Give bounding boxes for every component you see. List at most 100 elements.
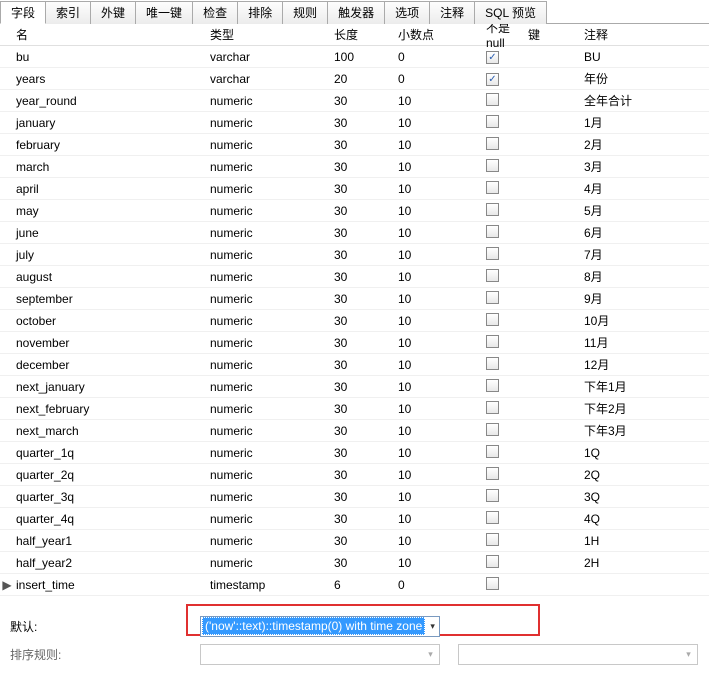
tab-0[interactable]: 字段 (0, 1, 46, 24)
cell-name[interactable]: may (14, 204, 210, 218)
table-row[interactable]: quarter_3qnumeric30103Q (0, 486, 709, 508)
cell-length[interactable]: 30 (334, 292, 398, 306)
cell-decimal[interactable]: 10 (398, 270, 486, 284)
checkbox-icon[interactable] (486, 423, 499, 436)
table-row[interactable]: aprilnumeric30104月 (0, 178, 709, 200)
cell-type[interactable]: timestamp (210, 578, 334, 592)
cell-length[interactable]: 30 (334, 424, 398, 438)
cell-comment[interactable]: 11月 (582, 334, 709, 351)
cell-decimal[interactable]: 10 (398, 160, 486, 174)
checkbox-icon[interactable] (486, 489, 499, 502)
cell-decimal[interactable]: 10 (398, 292, 486, 306)
checkbox-icon[interactable] (486, 269, 499, 282)
chevron-down-icon[interactable]: ▾ (422, 645, 439, 664)
cell-name[interactable]: years (14, 72, 210, 86)
cell-length[interactable]: 30 (334, 226, 398, 240)
col-header-decimal[interactable]: 小数点 (398, 26, 486, 43)
cell-type[interactable]: numeric (210, 512, 334, 526)
cell-comment[interactable]: 3Q (582, 490, 709, 504)
cell-type[interactable]: numeric (210, 556, 334, 570)
sort-rule-combobox[interactable]: ▾ (200, 644, 440, 665)
cell-comment[interactable]: 全年合计 (582, 92, 709, 109)
cell-comment[interactable]: 10月 (582, 312, 709, 329)
cell-notnull[interactable] (486, 335, 528, 351)
cell-decimal[interactable]: 10 (398, 182, 486, 196)
tab-8[interactable]: 选项 (384, 1, 430, 24)
cell-notnull[interactable] (486, 401, 528, 417)
cell-name[interactable]: quarter_2q (14, 468, 210, 482)
cell-name[interactable]: bu (14, 50, 210, 64)
cell-type[interactable]: numeric (210, 534, 334, 548)
cell-name[interactable]: january (14, 116, 210, 130)
cell-type[interactable]: numeric (210, 336, 334, 350)
cell-length[interactable]: 30 (334, 160, 398, 174)
cell-name[interactable]: quarter_3q (14, 490, 210, 504)
cell-type[interactable]: numeric (210, 160, 334, 174)
cell-type[interactable]: numeric (210, 270, 334, 284)
cell-notnull[interactable] (486, 225, 528, 241)
table-row[interactable]: next_januarynumeric3010下年1月 (0, 376, 709, 398)
table-row[interactable]: buvarchar1000✓BU (0, 46, 709, 68)
cell-name[interactable]: november (14, 336, 210, 350)
tab-9[interactable]: 注释 (429, 1, 475, 24)
col-header-name[interactable]: 名 (14, 26, 210, 43)
col-header-key[interactable]: 键 (528, 26, 582, 43)
cell-type[interactable]: numeric (210, 292, 334, 306)
table-row[interactable]: septembernumeric30109月 (0, 288, 709, 310)
cell-comment[interactable]: 1月 (582, 114, 709, 131)
cell-decimal[interactable]: 10 (398, 512, 486, 526)
col-header-comment[interactable]: 注释 (582, 26, 709, 43)
cell-decimal[interactable]: 10 (398, 468, 486, 482)
checkbox-icon[interactable] (486, 181, 499, 194)
table-row[interactable]: yearsvarchar200✓年份 (0, 68, 709, 90)
cell-type[interactable]: numeric (210, 138, 334, 152)
checkbox-icon[interactable] (486, 137, 499, 150)
cell-notnull[interactable] (486, 511, 528, 527)
col-header-type[interactable]: 类型 (210, 26, 334, 43)
cell-decimal[interactable]: 10 (398, 226, 486, 240)
checkbox-icon[interactable]: ✓ (486, 51, 499, 64)
checkbox-icon[interactable] (486, 159, 499, 172)
cell-decimal[interactable]: 10 (398, 336, 486, 350)
cell-name[interactable]: april (14, 182, 210, 196)
cell-type[interactable]: numeric (210, 424, 334, 438)
cell-name[interactable]: october (14, 314, 210, 328)
cell-comment[interactable]: 年份 (582, 70, 709, 87)
checkbox-icon[interactable] (486, 401, 499, 414)
cell-length[interactable]: 20 (334, 72, 398, 86)
cell-notnull[interactable] (486, 423, 528, 439)
tab-5[interactable]: 排除 (237, 1, 283, 24)
cell-name[interactable]: half_year1 (14, 534, 210, 548)
checkbox-icon[interactable] (486, 379, 499, 392)
cell-type[interactable]: numeric (210, 116, 334, 130)
cell-decimal[interactable]: 0 (398, 50, 486, 64)
cell-notnull[interactable] (486, 577, 528, 593)
checkbox-icon[interactable] (486, 313, 499, 326)
cell-name[interactable]: next_march (14, 424, 210, 438)
table-row[interactable]: maynumeric30105月 (0, 200, 709, 222)
cell-decimal[interactable]: 0 (398, 578, 486, 592)
cell-comment[interactable]: 6月 (582, 224, 709, 241)
cell-type[interactable]: numeric (210, 446, 334, 460)
checkbox-icon[interactable] (486, 533, 499, 546)
cell-length[interactable]: 100 (334, 50, 398, 64)
cell-length[interactable]: 30 (334, 248, 398, 262)
cell-notnull[interactable] (486, 313, 528, 329)
cell-length[interactable]: 30 (334, 138, 398, 152)
cell-notnull[interactable] (486, 467, 528, 483)
cell-decimal[interactable]: 10 (398, 138, 486, 152)
table-row[interactable]: februarynumeric30102月 (0, 134, 709, 156)
checkbox-icon[interactable] (486, 115, 499, 128)
cell-name[interactable]: next_january (14, 380, 210, 394)
cell-length[interactable]: 30 (334, 204, 398, 218)
cell-decimal[interactable]: 10 (398, 424, 486, 438)
cell-notnull[interactable] (486, 489, 528, 505)
cell-name[interactable]: next_february (14, 402, 210, 416)
cell-comment[interactable]: 7月 (582, 246, 709, 263)
cell-decimal[interactable]: 10 (398, 204, 486, 218)
cell-comment[interactable]: 2月 (582, 136, 709, 153)
cell-decimal[interactable]: 0 (398, 72, 486, 86)
table-row[interactable]: quarter_4qnumeric30104Q (0, 508, 709, 530)
table-row[interactable]: next_marchnumeric3010下年3月 (0, 420, 709, 442)
cell-type[interactable]: numeric (210, 402, 334, 416)
